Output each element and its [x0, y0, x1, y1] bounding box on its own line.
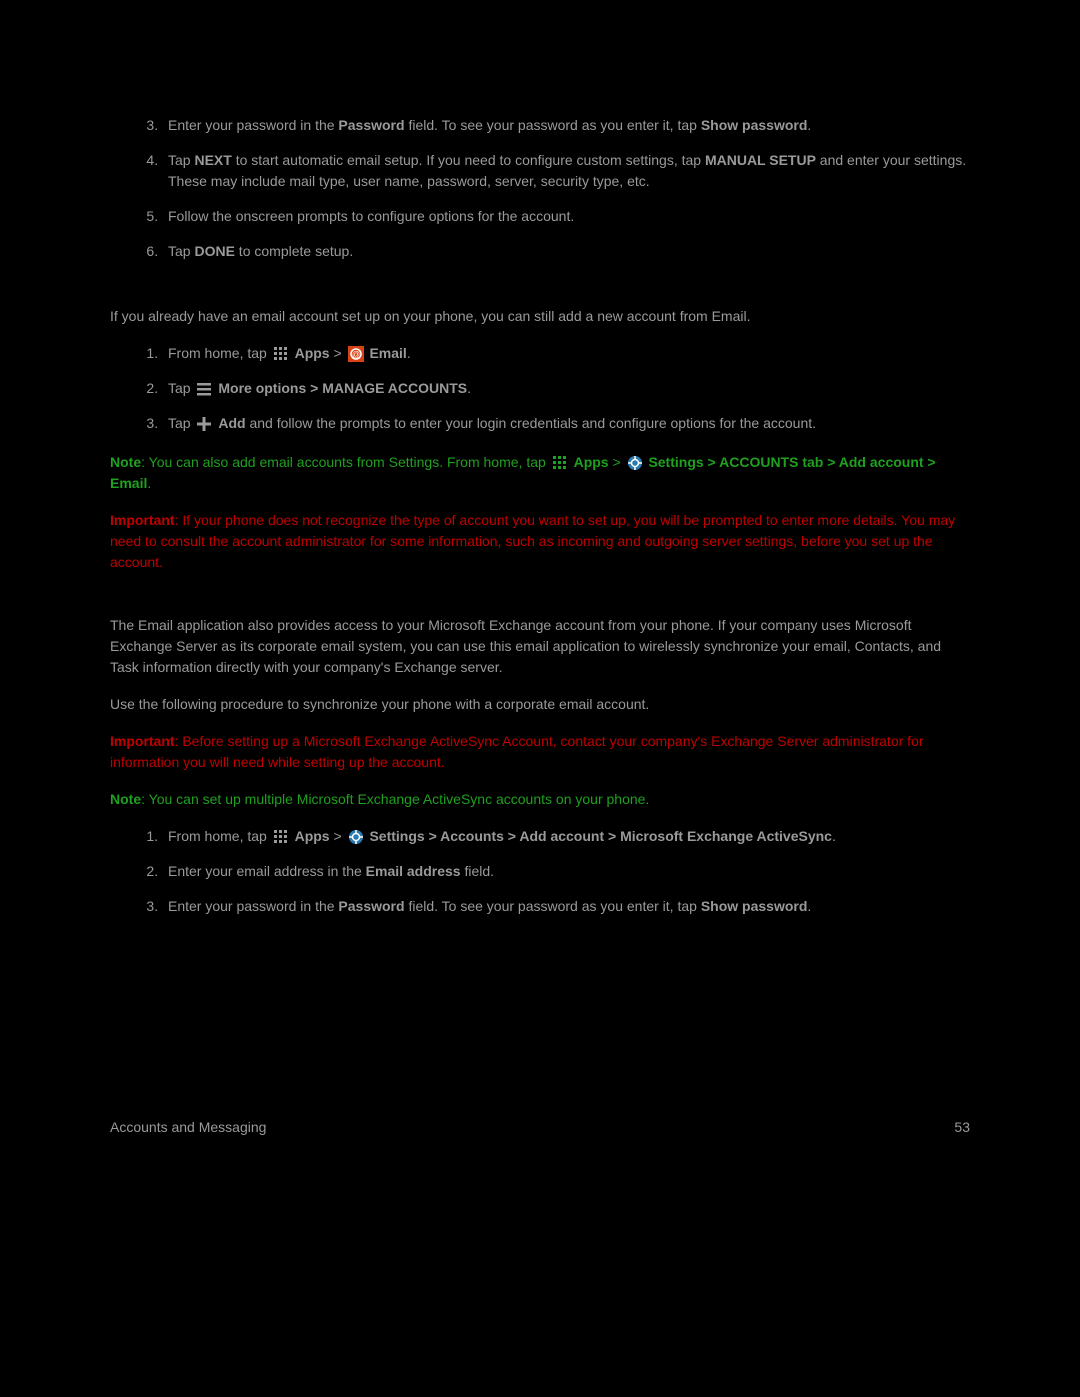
text: Tap: [168, 152, 194, 168]
important-label: Important: [110, 512, 175, 528]
text: .: [147, 475, 151, 491]
instruction-list-3: From home, tap Apps > Settings > Account…: [110, 826, 970, 917]
text: From home, tap: [168, 345, 271, 361]
text: .: [807, 117, 811, 133]
list-item: From home, tap Apps > @ Email.: [162, 343, 970, 364]
list-item: Tap DONE to complete setup.: [162, 241, 970, 262]
more-options-icon: [196, 381, 212, 397]
list-item: Tap Add and follow the prompts to enter …: [162, 413, 970, 434]
important-paragraph: Important: Before setting up a Microsoft…: [110, 731, 970, 773]
apps-grid-icon: [273, 346, 289, 362]
paragraph: Use the following procedure to synchroni…: [110, 694, 970, 715]
note-label: Note: [110, 454, 141, 470]
add-plus-icon: [196, 416, 212, 432]
footer-page-number: 53: [954, 1117, 970, 1138]
spacer: [110, 589, 970, 599]
text: field. To see your password as you enter…: [405, 898, 701, 914]
settings-gear-icon: [627, 455, 643, 471]
bold-text: More options > MANAGE ACCOUNTS: [218, 380, 467, 396]
text: Tap: [168, 415, 194, 431]
paragraph: The Email application also provides acce…: [110, 615, 970, 678]
instruction-list-2: From home, tap Apps > @ Email. Tap More …: [110, 343, 970, 434]
spacer: [110, 280, 970, 290]
text: >: [330, 828, 346, 844]
page-footer: Accounts and Messaging 53: [110, 1117, 970, 1138]
text: .: [467, 380, 471, 396]
list-item: Follow the onscreen prompts to configure…: [162, 206, 970, 227]
svg-text:@: @: [352, 350, 360, 359]
text: >: [330, 345, 346, 361]
bold-text: Email: [369, 345, 406, 361]
bold-text: Add: [218, 415, 245, 431]
text: From home, tap: [168, 828, 271, 844]
text: : You can set up multiple Microsoft Exch…: [141, 791, 649, 807]
text: Tap: [168, 380, 194, 396]
bold-text: Password: [338, 117, 404, 133]
bold-text: MANUAL SETUP: [705, 152, 816, 168]
text: Tap: [168, 243, 194, 259]
text: field.: [461, 863, 494, 879]
bold-text: Apps: [295, 345, 330, 361]
footer-section-title: Accounts and Messaging: [110, 1117, 266, 1138]
text: Enter your password in the: [168, 117, 338, 133]
text: : Before setting up a Microsoft Exchange…: [110, 733, 924, 770]
list-item: Enter your email address in the Email ad…: [162, 861, 970, 882]
bold-text: Apps: [574, 454, 609, 470]
important-paragraph: Important: If your phone does not recogn…: [110, 510, 970, 573]
text: : If your phone does not recognize the t…: [110, 512, 955, 570]
note-label: Note: [110, 791, 141, 807]
instruction-list-1: Enter your password in the Password fiel…: [110, 115, 970, 262]
paragraph: If you already have an email account set…: [110, 306, 970, 327]
list-item: Enter your password in the Password fiel…: [162, 896, 970, 917]
note-paragraph: Note: You can also add email accounts fr…: [110, 452, 970, 494]
document-page: Enter your password in the Password fiel…: [0, 0, 1080, 1397]
apps-grid-icon: [273, 829, 289, 845]
bold-text: Apps: [295, 828, 330, 844]
list-item: Enter your password in the Password fiel…: [162, 115, 970, 136]
bold-text: Settings: [648, 454, 703, 470]
note-paragraph: Note: You can set up multiple Microsoft …: [110, 789, 970, 810]
text: .: [832, 828, 836, 844]
bold-text: Show password: [701, 117, 808, 133]
bold-text: Show password: [701, 898, 808, 914]
text: to start automatic email setup. If you n…: [232, 152, 705, 168]
settings-gear-icon: [348, 829, 364, 845]
bold-text: Password: [338, 898, 404, 914]
text: Enter your password in the: [168, 898, 338, 914]
apps-grid-icon: [552, 455, 568, 471]
bold-text: Email address: [366, 863, 461, 879]
text: .: [807, 898, 811, 914]
text: and follow the prompts to enter your log…: [246, 415, 816, 431]
bold-text: NEXT: [194, 152, 231, 168]
bold-text: Settings > Accounts > Add account > Micr…: [369, 828, 832, 844]
list-item: Tap NEXT to start automatic email setup.…: [162, 150, 970, 192]
text: : You can also add email accounts from S…: [141, 454, 550, 470]
bold-text: DONE: [194, 243, 234, 259]
text: Enter your email address in the: [168, 863, 366, 879]
text: >: [609, 454, 625, 470]
list-item: From home, tap Apps > Settings > Account…: [162, 826, 970, 847]
important-label: Important: [110, 733, 175, 749]
text: .: [407, 345, 411, 361]
text: field. To see your password as you enter…: [405, 117, 701, 133]
email-app-icon: @: [348, 346, 364, 362]
list-item: Tap More options > MANAGE ACCOUNTS.: [162, 378, 970, 399]
text: to complete setup.: [235, 243, 353, 259]
